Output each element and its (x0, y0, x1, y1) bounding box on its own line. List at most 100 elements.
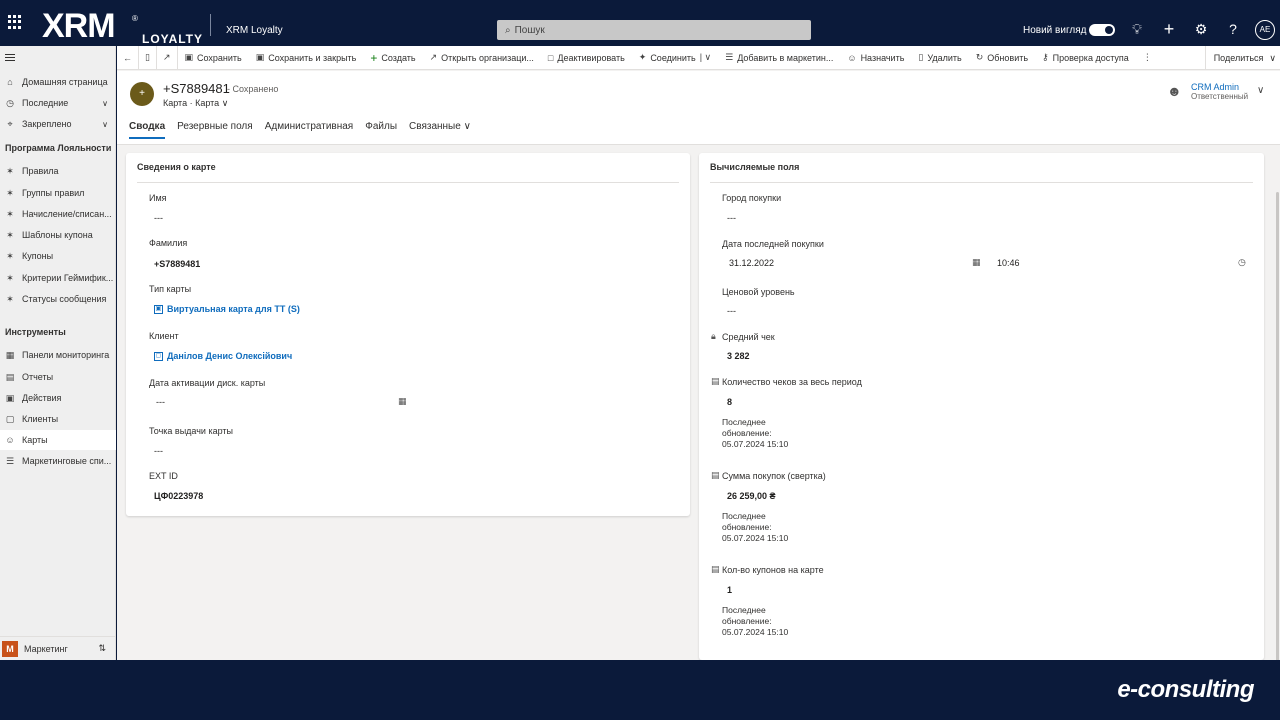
person-icon: ☻ (1167, 83, 1182, 99)
nav-item-clients[interactable]: ▢ Клиенты (0, 409, 116, 429)
app-name[interactable]: XRM Loyalty (226, 25, 283, 36)
tab-summary[interactable]: Сводка (129, 121, 166, 139)
share-button[interactable]: Поделиться ∨ (1204, 46, 1280, 70)
activation-date-field[interactable]: --- (156, 397, 165, 407)
card-type-link[interactable]: ▣ Виртуальная карта для ТТ (S) (154, 304, 300, 314)
add-marketing-button[interactable]: ☰ Добавить в маркетин... (718, 46, 840, 70)
deactivate-button[interactable]: □ Деактивировать (541, 46, 632, 70)
nav-item-dashboards[interactable]: ▦ Панели мониторинга (0, 345, 116, 365)
delete-button[interactable]: ▯ Удалить (911, 46, 968, 70)
help-icon[interactable]: ? (1224, 20, 1242, 38)
nav-item-recent[interactable]: ◷ Последние ∨ (0, 93, 116, 113)
price-level-field[interactable]: --- (727, 306, 736, 316)
nav-item-reports[interactable]: ▤ Отчеты (0, 367, 116, 387)
deactivate-label: Деактивировать (557, 52, 625, 63)
nav-item-activities[interactable]: ▣ Действия (0, 388, 116, 408)
section-title: Вычисляемые поля (710, 162, 800, 172)
nav-item-home[interactable]: ⌂ Домашняя страница (0, 72, 116, 92)
new-look-toggle[interactable] (1089, 24, 1115, 36)
owner-role: Ответственный (1191, 92, 1249, 101)
arrow-left-icon: ← (123, 52, 132, 63)
form-view-button[interactable]: ▯ (139, 45, 157, 70)
plus-icon[interactable]: + (1160, 20, 1178, 38)
nav-item-gamification[interactable]: ✶ Критерии Геймифик... (0, 268, 116, 288)
open-org-button[interactable]: ↗ Открыть организаци... (423, 46, 541, 70)
lightbulb-icon[interactable]: 💡︎ (1128, 20, 1146, 38)
app-launcher-icon[interactable] (8, 15, 22, 29)
nav-item-marketing-lists[interactable]: ☰ Маркетинговые спи... (0, 451, 116, 471)
nav-item-message-statuses[interactable]: ✶ Статусы сообщения (0, 289, 116, 309)
updated-line-2: обновление: (722, 428, 772, 438)
nav-item-rule-groups[interactable]: ✶ Группы правил (0, 183, 116, 203)
refresh-button[interactable]: ↻ Обновить (969, 46, 1035, 70)
name-field[interactable]: --- (154, 213, 163, 223)
more-commands-button[interactable]: ⋮ (1136, 46, 1159, 70)
add-marketing-label: Добавить в маркетин... (737, 52, 834, 63)
owner-name[interactable]: CRM Admin (1191, 82, 1248, 92)
calendar-icon[interactable]: ▦ (398, 396, 407, 407)
last-purchase-time-field[interactable]: 10:46 (997, 258, 1020, 268)
tab-reserve-fields[interactable]: Резервные поля (177, 121, 253, 139)
record-title: +S7889481 (163, 81, 230, 96)
hamburger-icon[interactable] (5, 54, 15, 63)
connect-label: Соединить (650, 52, 696, 63)
calculator-icon: ▤ (711, 564, 720, 574)
updated-line-1: Последнее (722, 511, 766, 521)
ext-id-field[interactable]: ЦФ0223978 (154, 491, 203, 501)
create-button[interactable]: + Создать (363, 46, 422, 70)
chevron-down-icon: ∨ (102, 119, 108, 129)
search-input[interactable]: ⌕ Пошук (497, 20, 811, 40)
top-header: XRM ® LOYALTY XRM Loyalty ⌕ Пошук Новий … (0, 0, 1280, 46)
city-field[interactable]: --- (727, 213, 736, 223)
save-label: Сохранить (197, 52, 242, 63)
tab-list: Сводка Резервные поля Административная Ф… (129, 121, 471, 139)
client-link[interactable]: ▢ Данілов Денис Олексійович (154, 351, 292, 361)
chevron-down-icon[interactable]: ∨ (222, 98, 229, 108)
clock-icon[interactable]: ◷ (1238, 257, 1246, 268)
assign-button[interactable]: ☺ Назначить (840, 46, 911, 70)
connect-button[interactable]: ✦ Соединить | ∨ (632, 46, 718, 70)
last-purchase-date-field[interactable]: 31.12.2022 (729, 258, 774, 268)
nav-item-coupon-templates[interactable]: ✶ Шаблоны купона (0, 225, 116, 245)
updated-line-2: обновление: (722, 522, 772, 532)
coupons-count-field: 1 (727, 585, 733, 595)
chevron-down-icon: ∨ (1269, 52, 1276, 63)
surname-field[interactable]: +S7889481 (154, 259, 200, 269)
tab-administrative[interactable]: Административная (265, 121, 354, 139)
tab-related[interactable]: Связанные ∨ (409, 121, 471, 139)
nav-item-cards[interactable]: ☺ Карты (0, 430, 116, 450)
gear-icon[interactable]: ⚙ (1192, 20, 1210, 38)
vertical-scrollbar[interactable] (1276, 192, 1279, 682)
open-new-window-button[interactable]: ↗ (157, 45, 178, 70)
owner-field[interactable]: ☻ CRM Admin Ответственный (1167, 82, 1248, 101)
chevron-down-icon[interactable]: | ∨ (700, 52, 711, 63)
area-switcher[interactable]: M Маркетинг ⇅ (0, 636, 116, 660)
nav-item-label: Начисление/списан... (22, 209, 112, 219)
nav-group-tools: Инструменты (5, 327, 66, 337)
left-navigation: ⌂ Домашняя страница ◷ Последние ∨ ⌖ Закр… (0, 46, 116, 660)
tab-related-label: Связанные (409, 121, 461, 132)
updated-date: 05.07.2024 15:10 (722, 533, 789, 543)
nav-item-label: Статусы сообщения (22, 294, 107, 304)
chevron-down-icon[interactable]: ∨ (1257, 85, 1264, 96)
puzzle-icon: ✶ (6, 187, 14, 198)
issue-point-field[interactable]: --- (154, 446, 163, 456)
back-button[interactable]: ← (117, 45, 139, 70)
nav-item-label: Купоны (22, 251, 54, 261)
search-placeholder: Пошук (514, 24, 545, 36)
client-value: Данілов Денис Олексійович (167, 351, 293, 361)
save-status: - Сохранено (227, 84, 279, 94)
save-button[interactable]: ▣ Сохранить (178, 46, 249, 70)
save-close-button[interactable]: ▣ Сохранить и закрыть (249, 46, 364, 70)
nav-item-accruals[interactable]: ✶ Начисление/списан... (0, 204, 116, 224)
chevron-down-icon: ∨ (102, 98, 108, 108)
form-selector[interactable]: Карта (195, 98, 219, 108)
nav-item-rules[interactable]: ✶ Правила (0, 161, 116, 181)
check-access-button[interactable]: ⚷ Проверка доступа (1035, 46, 1136, 70)
calendar-icon[interactable]: ▦ (972, 257, 981, 268)
area-label: Маркетинг (24, 643, 68, 654)
user-avatar[interactable]: AE (1255, 20, 1275, 40)
tab-files[interactable]: Файлы (365, 121, 397, 139)
nav-item-coupons[interactable]: ✶ Купоны (0, 246, 116, 266)
nav-item-pinned[interactable]: ⌖ Закреплено ∨ (0, 114, 116, 134)
